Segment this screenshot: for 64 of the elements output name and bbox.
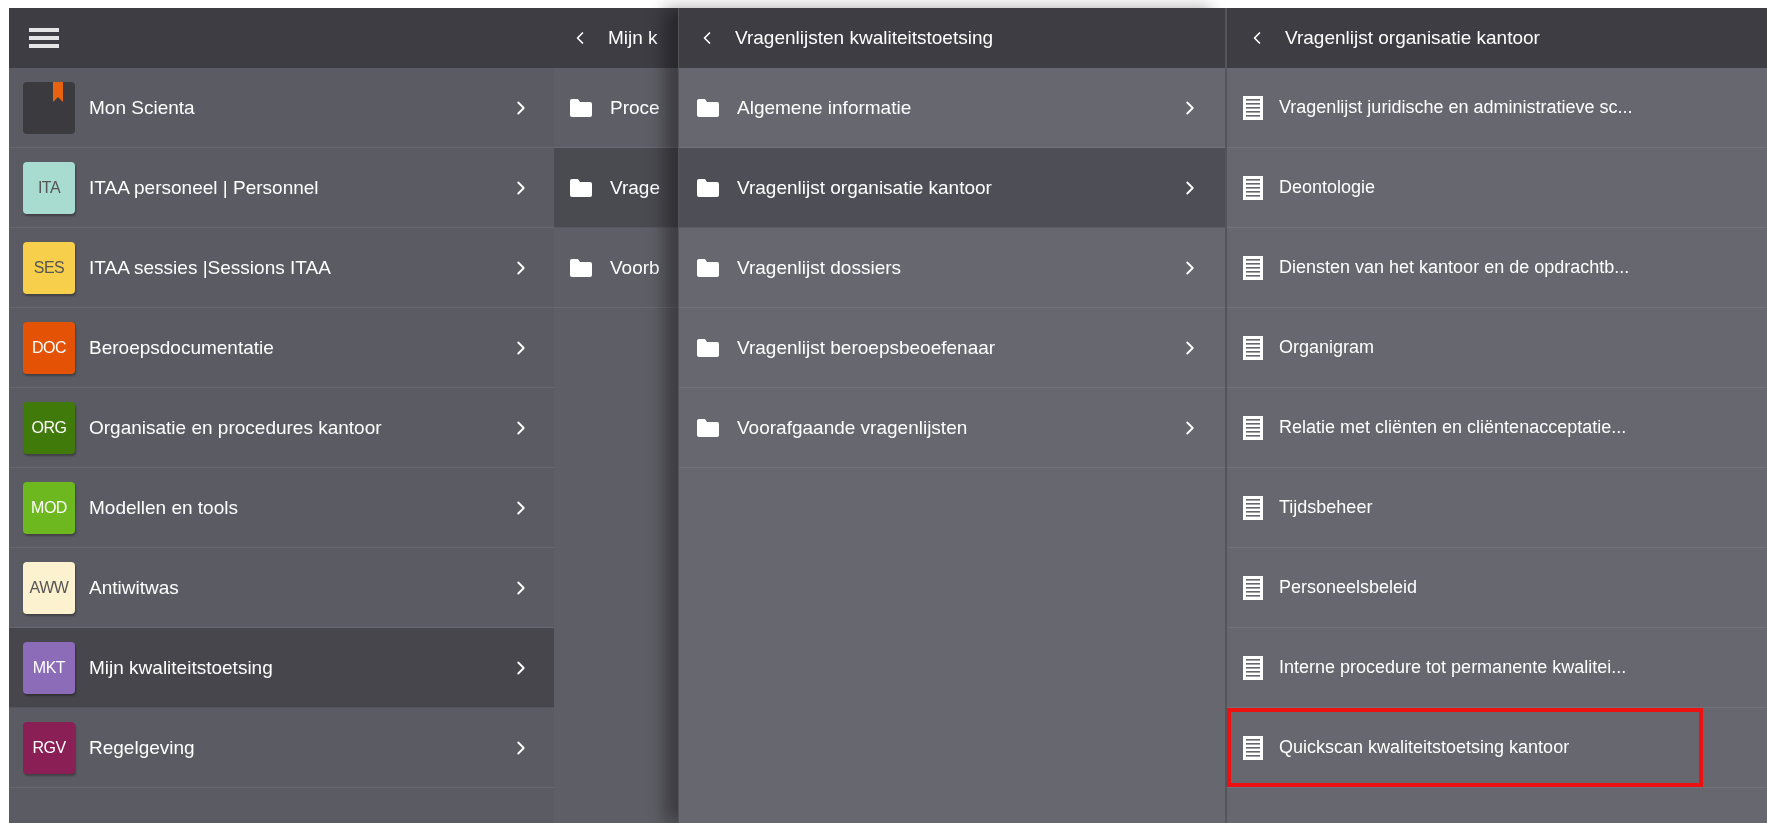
folder-icon: [697, 418, 719, 437]
document-icon: [1243, 495, 1263, 520]
item-label: Quickscan kwaliteitstoetsing kantoor: [1279, 737, 1571, 758]
section-badge: SES: [23, 241, 75, 294]
item-label: Deontologie: [1279, 177, 1377, 198]
menu-icon[interactable]: [29, 26, 59, 50]
item-label: Relatie met cliënten en cliëntenacceptatie...: [1279, 417, 1628, 438]
item-label: Vragenlijst dossiers: [737, 256, 903, 279]
item-label: Voorb: [610, 256, 660, 279]
item-label: Proce: [610, 96, 660, 119]
document-icon: [1243, 415, 1263, 440]
folder-icon: [697, 258, 719, 277]
document-item[interactable]: Quickscan kwaliteitstoetsing kantoor: [1227, 708, 1767, 788]
item-label: Vragenlijst juridische en administratieve sc...: [1279, 97, 1634, 118]
folder-icon: [697, 178, 719, 197]
document-icon: [1243, 335, 1263, 360]
folder-icon: [697, 98, 719, 117]
folder-item[interactable]: Vragenlijst dossiers: [679, 228, 1225, 308]
item-label: Vragenlijst organisatie kantoor: [737, 176, 993, 199]
folder-item[interactable]: Vragenlijst beroepsbeoefenaar: [679, 308, 1225, 388]
item-label: Organisatie en procedures kantoor: [89, 416, 383, 439]
folder-icon: [570, 98, 592, 117]
folder-item[interactable]: Vrage: [554, 148, 678, 228]
document-icon: [1243, 255, 1263, 280]
document-icon: [1243, 575, 1263, 600]
item-label: Interne procedure tot permanente kwalitei...: [1279, 657, 1628, 678]
folder-item[interactable]: Algemene informatie: [679, 68, 1225, 148]
item-label: ITAA personeel | Personnel: [89, 176, 320, 199]
item-label: Vragenlijst beroepsbeoefenaar: [737, 336, 997, 359]
panel-title: Vragenlijst organisatie kantoor: [1285, 27, 1540, 49]
item-label: Modellen en tools: [89, 496, 239, 519]
item-label: Tijdsbeheer: [1279, 497, 1374, 518]
folder-icon: [570, 258, 592, 277]
section-badge: RGV: [23, 721, 75, 774]
item-label: Organigram: [1279, 337, 1376, 358]
item-label: Personeelsbeleid: [1279, 577, 1419, 598]
section-badge: ORG: [23, 401, 75, 454]
sidebar-item[interactable]: MKT Mijn kwaliteitstoetsing: [9, 628, 554, 708]
document-icon: [1243, 95, 1263, 120]
item-label: Vrage: [610, 176, 660, 199]
folder-item[interactable]: Voorafgaande vragenlijsten: [679, 388, 1225, 468]
document-icon: [1243, 735, 1263, 760]
folder-icon: [570, 178, 592, 197]
folder-item[interactable]: Vragenlijst organisatie kantoor: [679, 148, 1225, 228]
document-icon: [1243, 655, 1263, 680]
item-label: Mijn kwaliteitstoetsing: [89, 656, 274, 679]
panel-title: Vragenlijsten kwaliteitstoetsing: [735, 27, 994, 49]
item-label: Regelgeving: [89, 736, 196, 759]
panel-title: Mijn k: [608, 27, 658, 49]
item-label: Antiwitwas: [89, 576, 180, 599]
section-badge: ITA: [23, 161, 75, 214]
item-label: Diensten van het kantoor en de opdrachtb...: [1279, 257, 1631, 278]
bookmark-icon: [23, 81, 75, 134]
section-badge: MKT: [23, 641, 75, 694]
folder-icon: [697, 338, 719, 357]
item-label: Mon Scienta: [89, 96, 196, 119]
item-label: ITAA sessies |Sessions ITAA: [89, 256, 332, 279]
item-label: Algemene informatie: [737, 96, 913, 119]
document-icon: [1243, 175, 1263, 200]
item-label: Voorafgaande vragenlijsten: [737, 416, 969, 439]
section-badge: AWW: [23, 561, 75, 614]
section-badge: DOC: [23, 321, 75, 374]
item-label: Beroepsdocumentatie: [89, 336, 275, 359]
section-badge: MOD: [23, 481, 75, 534]
